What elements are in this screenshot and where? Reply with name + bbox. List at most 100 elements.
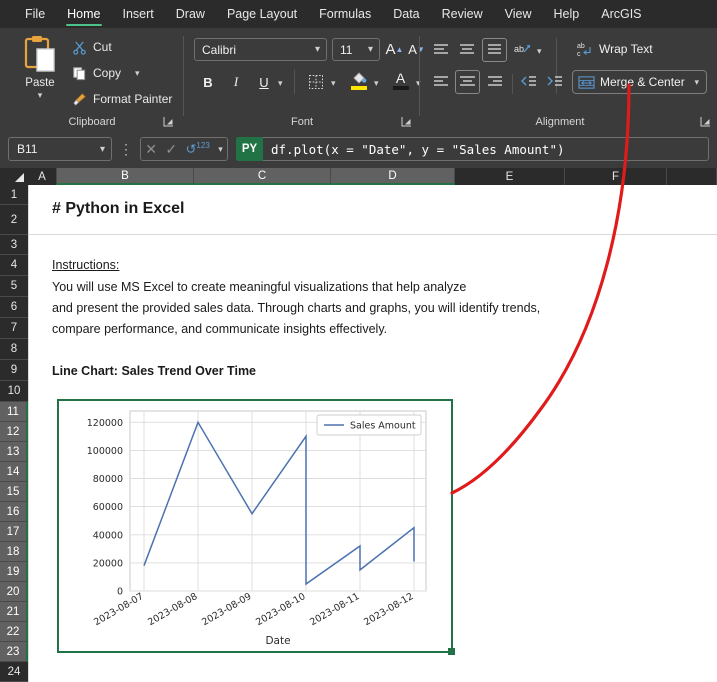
row-header-4[interactable]: 4	[0, 255, 28, 276]
tab-help[interactable]: Help	[543, 0, 591, 28]
align-middle-icon	[456, 40, 478, 60]
row-header-3[interactable]: 3	[0, 235, 28, 255]
row-header-16[interactable]: 16	[0, 502, 28, 522]
copy-chevron-down-icon[interactable]: ▾	[135, 68, 140, 79]
column-header-d[interactable]: D	[331, 168, 455, 185]
align-bottom-button[interactable]	[482, 38, 507, 62]
row-header-1[interactable]: 1	[0, 185, 28, 205]
svg-text:c: c	[577, 51, 581, 58]
row-header-15[interactable]: 15	[0, 482, 28, 502]
row-header-7[interactable]: 7	[0, 318, 28, 339]
column-header-f[interactable]: F	[565, 168, 667, 185]
row-header-20[interactable]: 20	[0, 582, 28, 602]
font-size-value: 11	[333, 43, 368, 57]
tab-file[interactable]: File	[14, 0, 56, 28]
row-header-14[interactable]: 14	[0, 462, 28, 482]
tab-arcgis[interactable]: ArcGIS	[590, 0, 652, 28]
underline-button[interactable]: U	[253, 71, 275, 93]
paste-chevron-down-icon[interactable]: ▾	[38, 90, 43, 101]
chart-resize-handle[interactable]	[448, 648, 455, 655]
tab-page-layout-label: Page Layout	[227, 7, 297, 21]
align-left-icon	[430, 72, 452, 92]
chart-object[interactable]: 0 20000 40000 60000 80000 100000 120000 …	[57, 399, 453, 653]
font-dialog-launcher[interactable]	[401, 116, 412, 127]
row-header-9[interactable]: 9	[0, 360, 28, 381]
row-header-22[interactable]: 22	[0, 622, 28, 642]
decrease-indent-button[interactable]	[518, 72, 540, 92]
tab-page-layout[interactable]: Page Layout	[216, 0, 308, 28]
font-color-button[interactable]: A	[389, 68, 412, 93]
copy-button[interactable]: Copy ▾	[70, 64, 140, 82]
column-header-a-label: A	[38, 171, 46, 183]
format-painter-button[interactable]: Format Painter	[70, 90, 172, 108]
tab-insert[interactable]: Insert	[112, 0, 165, 28]
align-center-button[interactable]	[455, 70, 480, 94]
tab-review[interactable]: Review	[431, 0, 494, 28]
column-header-b[interactable]: B	[57, 168, 194, 185]
column-header-f-label: F	[612, 171, 619, 183]
tab-draw[interactable]: Draw	[165, 0, 216, 28]
font-name-combo[interactable]: Calibri ▾	[194, 38, 327, 61]
cut-button[interactable]: Cut	[70, 38, 112, 56]
row-header-21[interactable]: 21	[0, 602, 28, 622]
orientation-chevron-down-icon[interactable]: ▾	[537, 46, 542, 57]
font-size-combo[interactable]: 11 ▾	[332, 38, 380, 61]
tab-file-label: File	[25, 7, 45, 21]
paste-button[interactable]: Paste ▾	[14, 34, 66, 118]
column-header-e[interactable]: E	[455, 168, 565, 185]
align-right-button[interactable]	[484, 72, 506, 92]
wrap-text-button[interactable]: ab c Wrap Text	[576, 40, 653, 58]
align-middle-button[interactable]	[456, 40, 478, 60]
row-header-19[interactable]: 19	[0, 562, 28, 582]
row-header-5[interactable]: 5	[0, 276, 28, 297]
row-header-18[interactable]: 18	[0, 542, 28, 562]
chart-x-axis-label: Date	[265, 635, 290, 647]
chevron-down-icon[interactable]: ▾	[218, 144, 223, 155]
row-header-2[interactable]: 2	[0, 205, 28, 235]
tab-data[interactable]: Data	[382, 0, 430, 28]
row-header-12[interactable]: 12	[0, 422, 28, 442]
chevron-down-icon: ▾	[368, 44, 379, 55]
align-left-button[interactable]	[430, 72, 452, 92]
row-header-8[interactable]: 8	[0, 339, 28, 360]
row-header-17[interactable]: 17	[0, 522, 28, 542]
python-badge[interactable]: PY	[236, 137, 263, 161]
bold-button[interactable]: B	[197, 71, 219, 93]
align-top-button[interactable]	[430, 40, 452, 60]
row-header-10[interactable]: 10	[0, 381, 28, 402]
close-icon[interactable]: ✕	[145, 141, 157, 158]
italic-button[interactable]: I	[225, 71, 247, 93]
increase-font-size-button[interactable]: A▲	[384, 38, 405, 61]
tab-home[interactable]: Home	[56, 0, 111, 28]
orientation-button[interactable]: ab	[512, 40, 534, 60]
tab-arcgis-label: ArcGIS	[601, 7, 641, 21]
name-box[interactable]: B11 ▾	[8, 137, 112, 161]
merge-cells-icon	[578, 75, 595, 90]
fill-color-button[interactable]	[347, 68, 370, 93]
increase-indent-button[interactable]	[544, 72, 566, 92]
borders-button[interactable]	[304, 71, 327, 93]
check-icon[interactable]: ✓	[165, 141, 177, 158]
select-all-corner-button[interactable]	[0, 168, 28, 185]
column-header-g[interactable]	[667, 168, 717, 185]
column-header-c[interactable]: C	[194, 168, 331, 185]
ribbon-group-alignment: ab ▾	[420, 28, 717, 130]
insert-function-icon[interactable]: ↺123	[186, 141, 210, 157]
merge-center-button[interactable]: Merge & Center ▾	[572, 70, 707, 94]
borders-chevron-down-icon[interactable]: ▾	[331, 78, 336, 89]
clipboard-dialog-launcher[interactable]	[163, 116, 174, 127]
row-header-11[interactable]: 11	[0, 402, 28, 422]
fill-color-chevron-down-icon[interactable]: ▾	[374, 78, 379, 89]
row-header-24[interactable]: 24	[0, 662, 28, 682]
tab-view[interactable]: View	[494, 0, 543, 28]
row-header-23[interactable]: 23	[0, 642, 28, 662]
row-header-6[interactable]: 6	[0, 297, 28, 318]
alignment-dialog-launcher[interactable]	[700, 116, 711, 127]
format-painter-label: Format Painter	[93, 92, 172, 106]
formula-input[interactable]: df.plot(x = "Date", y = "Sales Amount")	[263, 137, 709, 161]
merge-center-chevron-down-icon[interactable]: ▾	[694, 77, 706, 88]
underline-chevron-down-icon[interactable]: ▾	[278, 78, 283, 89]
column-header-a[interactable]: A	[28, 168, 57, 185]
tab-formulas[interactable]: Formulas	[308, 0, 382, 28]
row-header-13[interactable]: 13	[0, 442, 28, 462]
